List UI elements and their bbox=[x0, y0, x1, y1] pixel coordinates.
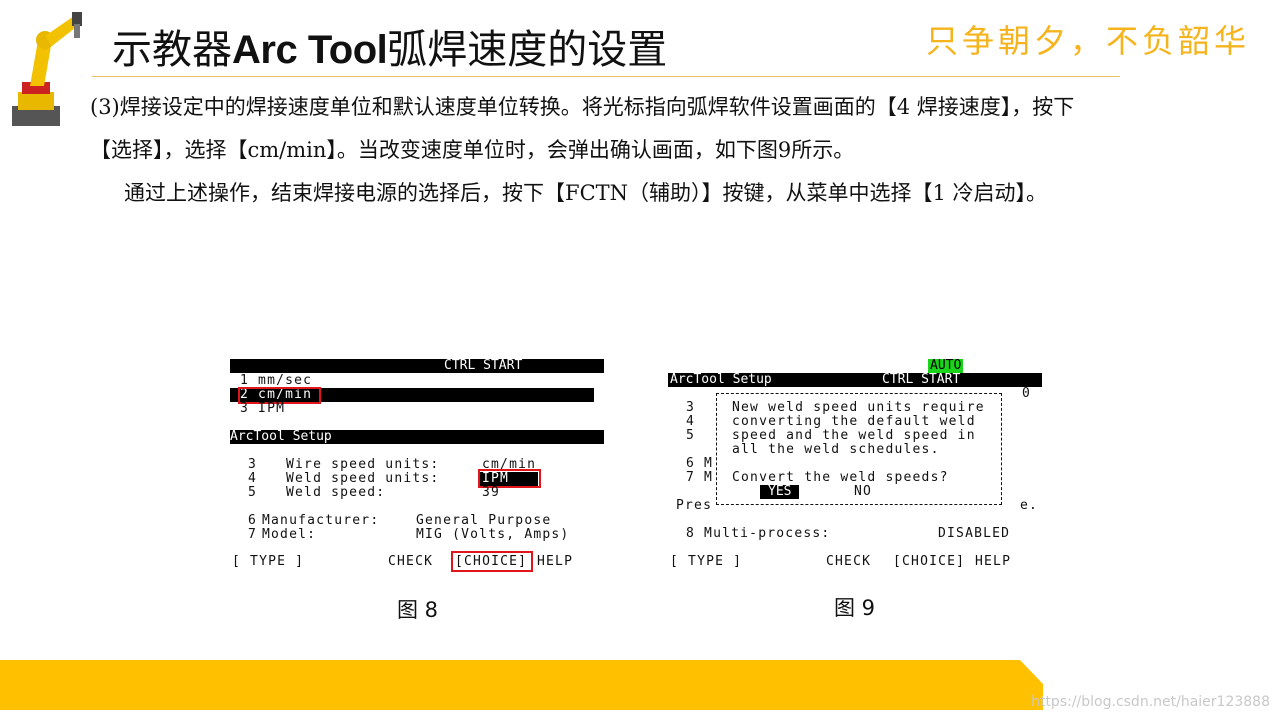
status-text: Pres bbox=[676, 498, 713, 513]
watermark: https://blog.csdn.net/haier123888 bbox=[1031, 694, 1270, 710]
header-bar: ArcTool Setup CTRL START bbox=[668, 373, 1042, 387]
row-value: DISABLED bbox=[938, 526, 1011, 541]
row-num: 4 bbox=[686, 414, 696, 429]
motto: 只争朝夕，不负韶华 bbox=[925, 22, 1250, 60]
softkey-choice[interactable]: [CHOICE] bbox=[893, 555, 965, 569]
row-num: 5 bbox=[248, 485, 258, 500]
dialog-text: New weld speed units require bbox=[732, 400, 985, 415]
menu-item-3: 3 IPM bbox=[240, 401, 286, 416]
row-num: 6 bbox=[248, 513, 258, 528]
page-title: 示教器Arc Tool弧焊速度的设置 bbox=[112, 27, 668, 73]
figure-9-caption: 图 9 bbox=[834, 596, 876, 620]
menu-item-1: 1 mm/sec bbox=[240, 373, 313, 388]
row-value: 39 bbox=[482, 485, 501, 500]
paragraph-2: 通过上述操作，结束焊接电源的选择后，按下【FCTN（辅助）】按键，从菜单中选择【… bbox=[124, 181, 1048, 205]
softkey-check[interactable]: CHECK bbox=[826, 555, 871, 569]
row-label: Wire speed units: bbox=[286, 457, 440, 472]
title-divider bbox=[92, 76, 1120, 77]
row-num: 6 M bbox=[686, 456, 714, 471]
auto-status-badge: AUTO bbox=[928, 358, 964, 373]
no-button[interactable]: NO bbox=[854, 485, 872, 499]
row-label: 8 Multi-process: bbox=[686, 526, 831, 541]
dialog-text: converting the default weld bbox=[732, 414, 976, 429]
row-num: 5 bbox=[686, 428, 696, 443]
row-num: 4 bbox=[248, 471, 258, 486]
softkey-help[interactable]: HELP bbox=[537, 555, 573, 569]
softkey-help[interactable]: HELP bbox=[975, 555, 1011, 569]
row-value: General Purpose bbox=[416, 513, 552, 528]
red-highlight-box bbox=[451, 551, 533, 572]
yes-button[interactable]: YES bbox=[760, 485, 800, 499]
row-label: Weld speed: bbox=[286, 485, 386, 500]
robot-arm-logo bbox=[12, 12, 82, 126]
figure-8-teach-pendant-screen: CTRL START 1 mm/sec 2 cm/min 3 IPM ArcTo… bbox=[230, 345, 606, 573]
dialog-question: Convert the weld speeds? bbox=[732, 470, 949, 485]
row-label: Weld speed units: bbox=[286, 471, 440, 486]
header-bar: CTRL START bbox=[230, 359, 604, 373]
row-num: 3 bbox=[686, 400, 696, 415]
setup-title-bar: ArcTool Setup bbox=[230, 430, 604, 444]
figure-9-teach-pendant-screen: AUTO ArcTool Setup CTRL START 0 3 4 5 6 M… bbox=[668, 345, 1043, 573]
dialog-text: all the weld schedules. bbox=[732, 442, 940, 457]
footer-accent-band bbox=[0, 660, 1043, 710]
status-value: 0 bbox=[1022, 386, 1032, 401]
row-num: 7 bbox=[248, 527, 258, 542]
row-label: Manufacturer: bbox=[262, 513, 380, 528]
status-text: e. bbox=[1020, 498, 1039, 513]
paragraph-1: (3)焊接设定中的焊接速度单位和默认速度单位转换。将光标指向弧焊软件设置画面的【… bbox=[90, 95, 1075, 162]
softkey-type[interactable]: [ TYPE ] bbox=[670, 555, 742, 569]
row-value: MIG (Volts, Amps) bbox=[416, 527, 570, 542]
softkey-check[interactable]: CHECK bbox=[388, 555, 433, 569]
figure-8-caption: 图 8 bbox=[397, 598, 439, 622]
softkey-type[interactable]: [ TYPE ] bbox=[232, 555, 304, 569]
dialog-text: speed and the weld speed in bbox=[732, 428, 976, 443]
row-label: Model: bbox=[262, 527, 317, 542]
row-num: 7 M bbox=[686, 470, 714, 485]
row-num: 3 bbox=[248, 457, 258, 472]
